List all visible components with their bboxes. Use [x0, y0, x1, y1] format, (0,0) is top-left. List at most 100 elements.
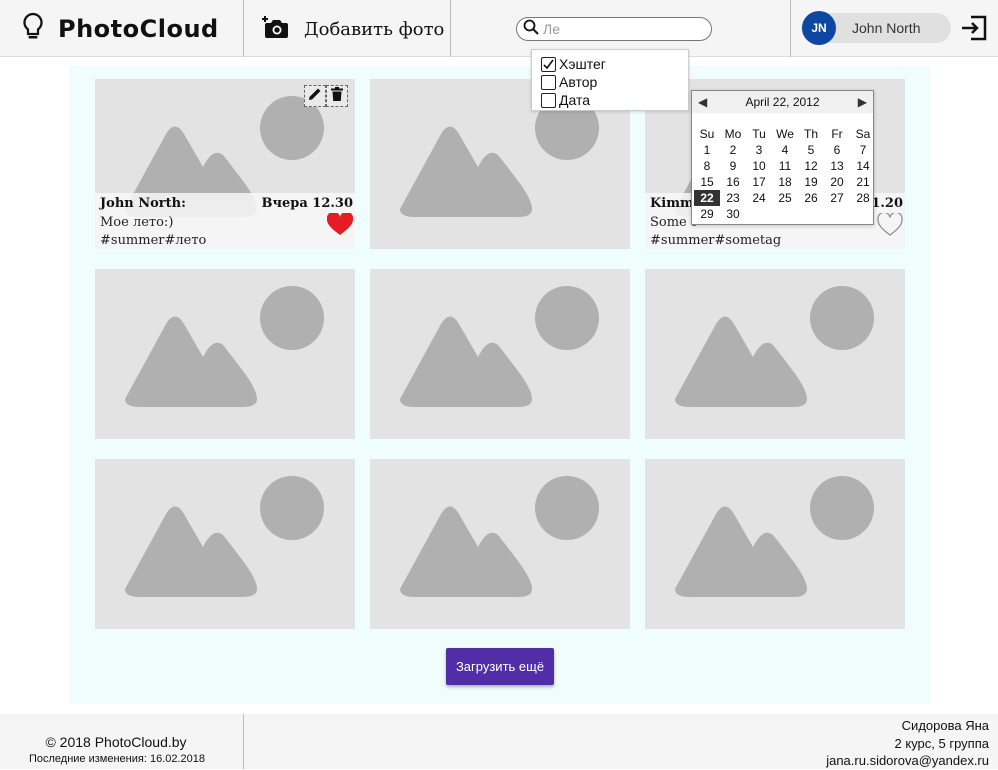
calendar-day[interactable]: 2: [720, 142, 746, 158]
date-picker-header: ◀ April 22, 2012 ▶: [692, 91, 873, 113]
date-picker-grid: Su Mo Tu We Th Fr Sa 1 2 3 4 5 6 7 8 9 10 11 12 13 14 15 16 17 1…: [694, 126, 876, 222]
header: PhotoCloud Добавить фото JN John North: [0, 0, 998, 57]
photo-card[interactable]: [645, 459, 905, 629]
header-divider: [243, 0, 244, 57]
weekday-label: Th: [803, 127, 818, 141]
author-course: 2 курс, 5 группа: [894, 735, 989, 751]
author-info: Сидорова Яна 2 курс, 5 группа jana.ru.si…: [826, 717, 989, 770]
avatar: JN: [802, 11, 836, 45]
date-picker: ◀ April 22, 2012 ▶ Su Mo Tu We Th Fr Sa 1 2 3 4 5 6 7…: [691, 90, 874, 225]
filter-label: Автор: [559, 74, 598, 90]
post-author: John North:: [100, 196, 186, 211]
calendar-day[interactable]: 14: [850, 158, 876, 174]
trash-icon: [331, 86, 343, 106]
weekday-label: Su: [699, 127, 715, 141]
lightbulb-icon: [22, 12, 44, 47]
checkbox-checked-icon[interactable]: [541, 56, 556, 72]
photo-card-info: John North: Вчера 12.30 Мое лето:) #summ…: [95, 193, 355, 249]
calendar-day[interactable]: 4: [772, 142, 798, 158]
post-description: Мое лето:): [100, 215, 174, 230]
photo-card[interactable]: [645, 269, 905, 439]
image-placeholder-icon: [125, 286, 324, 407]
brand-logo[interactable]: PhotoCloud: [22, 12, 219, 46]
calendar-day[interactable]: 28: [850, 190, 876, 206]
calendar-day[interactable]: 12: [798, 158, 824, 174]
filter-hashtag[interactable]: Хэштег: [541, 55, 688, 73]
footer-divider: [243, 714, 244, 769]
pencil-icon: [308, 87, 322, 106]
calendar-day[interactable]: 18: [772, 174, 798, 190]
post-hashtags: #summer#sometag: [650, 233, 782, 248]
calendar-day[interactable]: 8: [694, 158, 720, 174]
copyright: © 2018 PhotoCloud.by: [45, 734, 187, 750]
heart-outline-icon[interactable]: [877, 211, 903, 237]
author-name: Сидорова Яна: [901, 718, 989, 733]
post-tools: [304, 85, 348, 107]
calendar-day[interactable]: 24: [746, 190, 772, 206]
calendar-day[interactable]: 10: [746, 158, 772, 174]
weekday-label: We: [776, 127, 794, 141]
calendar-day[interactable]: 19: [798, 174, 824, 190]
image-placeholder-icon: [675, 286, 874, 407]
next-month-icon[interactable]: ▶: [858, 95, 867, 109]
post-date: Вчера 12.30: [261, 196, 353, 211]
calendar-day[interactable]: 5: [798, 142, 824, 158]
search-icon: [523, 19, 539, 40]
calendar-day[interactable]: 20: [824, 174, 850, 190]
calendar-day[interactable]: 30: [720, 206, 746, 222]
heart-liked-icon[interactable]: [326, 211, 354, 237]
filter-label: Хэштег: [559, 56, 606, 72]
photo-card[interactable]: John North: Вчера 12.30 Мое лето:) #summ…: [95, 79, 355, 249]
image-placeholder-icon: [125, 476, 324, 597]
prev-month-icon[interactable]: ◀: [698, 95, 707, 109]
image-placeholder-icon: [400, 476, 599, 597]
last-modified: Последние изменения: 16.02.2018: [28, 753, 206, 765]
logout-icon: [960, 15, 988, 46]
brand-name: PhotoCloud: [58, 15, 219, 43]
photo-card[interactable]: [95, 459, 355, 629]
delete-button[interactable]: [326, 85, 348, 107]
filter-date[interactable]: Дата: [541, 91, 688, 109]
checkbox-icon[interactable]: [541, 74, 556, 90]
weekday-label: Fr: [831, 127, 843, 141]
calendar-day[interactable]: 17: [746, 174, 772, 190]
weekday-label: Mo: [724, 127, 742, 141]
add-photo-button[interactable]: Добавить фото: [262, 14, 444, 44]
checkbox-icon[interactable]: [541, 92, 556, 108]
calendar-day[interactable]: 26: [798, 190, 824, 206]
photo-card[interactable]: [370, 269, 630, 439]
user-menu[interactable]: JN John North: [801, 11, 951, 45]
calendar-day[interactable]: 23: [720, 190, 746, 206]
calendar-day[interactable]: 21: [850, 174, 876, 190]
calendar-day[interactable]: 25: [772, 190, 798, 206]
image-placeholder-icon: [675, 476, 874, 597]
calendar-day[interactable]: 27: [824, 190, 850, 206]
logout-button[interactable]: [960, 14, 988, 42]
header-divider: [450, 0, 451, 57]
search-input[interactable]: [543, 21, 703, 37]
calendar-day[interactable]: 13: [824, 158, 850, 174]
post-description: Some t: [650, 215, 697, 230]
add-camera-icon: [262, 15, 290, 44]
calendar-day[interactable]: 11: [772, 158, 798, 174]
photo-card[interactable]: [370, 459, 630, 629]
add-photo-label: Добавить фото: [304, 18, 445, 40]
photo-card[interactable]: [95, 269, 355, 439]
edit-button[interactable]: [304, 85, 326, 107]
load-more-button[interactable]: Загрузить ещё: [446, 648, 554, 685]
calendar-day[interactable]: 1: [694, 142, 720, 158]
author-email[interactable]: jana.ru.sidorova@yandex.ru: [826, 752, 989, 770]
header-divider: [790, 0, 791, 57]
weekday-label: Sa: [855, 127, 871, 141]
filter-author[interactable]: Автор: [541, 73, 688, 91]
calendar-day[interactable]: 16: [720, 174, 746, 190]
calendar-day[interactable]: 29: [694, 206, 720, 222]
calendar-day[interactable]: 7: [850, 142, 876, 158]
filter-label: Дата: [559, 92, 591, 108]
calendar-day-selected[interactable]: 22: [694, 190, 720, 206]
calendar-day[interactable]: 15: [694, 174, 720, 190]
date-picker-title: April 22, 2012: [745, 95, 820, 109]
calendar-day[interactable]: 6: [824, 142, 850, 158]
calendar-day[interactable]: 9: [720, 158, 746, 174]
calendar-day[interactable]: 3: [746, 142, 772, 158]
